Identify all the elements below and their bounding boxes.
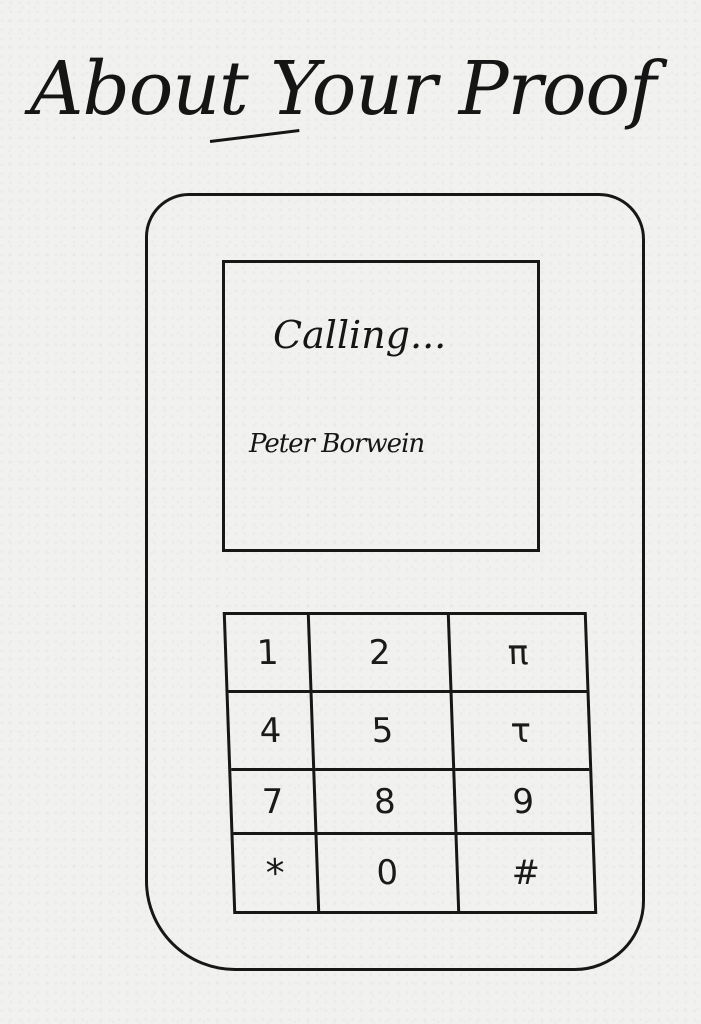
key-1[interactable]: 1 (225, 615, 313, 693)
page-title: About Your Proof (30, 46, 656, 132)
key-star[interactable]: * (233, 835, 321, 911)
key-pi[interactable]: π (449, 615, 587, 693)
key-5[interactable]: 5 (312, 693, 456, 771)
key-2[interactable]: 2 (309, 615, 453, 693)
key-tau[interactable]: τ (452, 693, 590, 771)
key-8[interactable]: 8 (315, 771, 458, 835)
phone-screen: Calling... Peter Borwein (222, 260, 540, 552)
key-9[interactable]: 9 (455, 771, 592, 835)
contact-name: Peter Borwein (249, 429, 425, 459)
key-4[interactable]: 4 (228, 693, 316, 771)
keypad: 1 2 π 4 5 τ 7 8 9 * 0 # (222, 612, 598, 914)
key-0[interactable]: 0 (317, 835, 461, 911)
key-hash[interactable]: # (458, 835, 595, 911)
key-7[interactable]: 7 (231, 771, 318, 835)
call-status-text: Calling... (273, 313, 447, 357)
